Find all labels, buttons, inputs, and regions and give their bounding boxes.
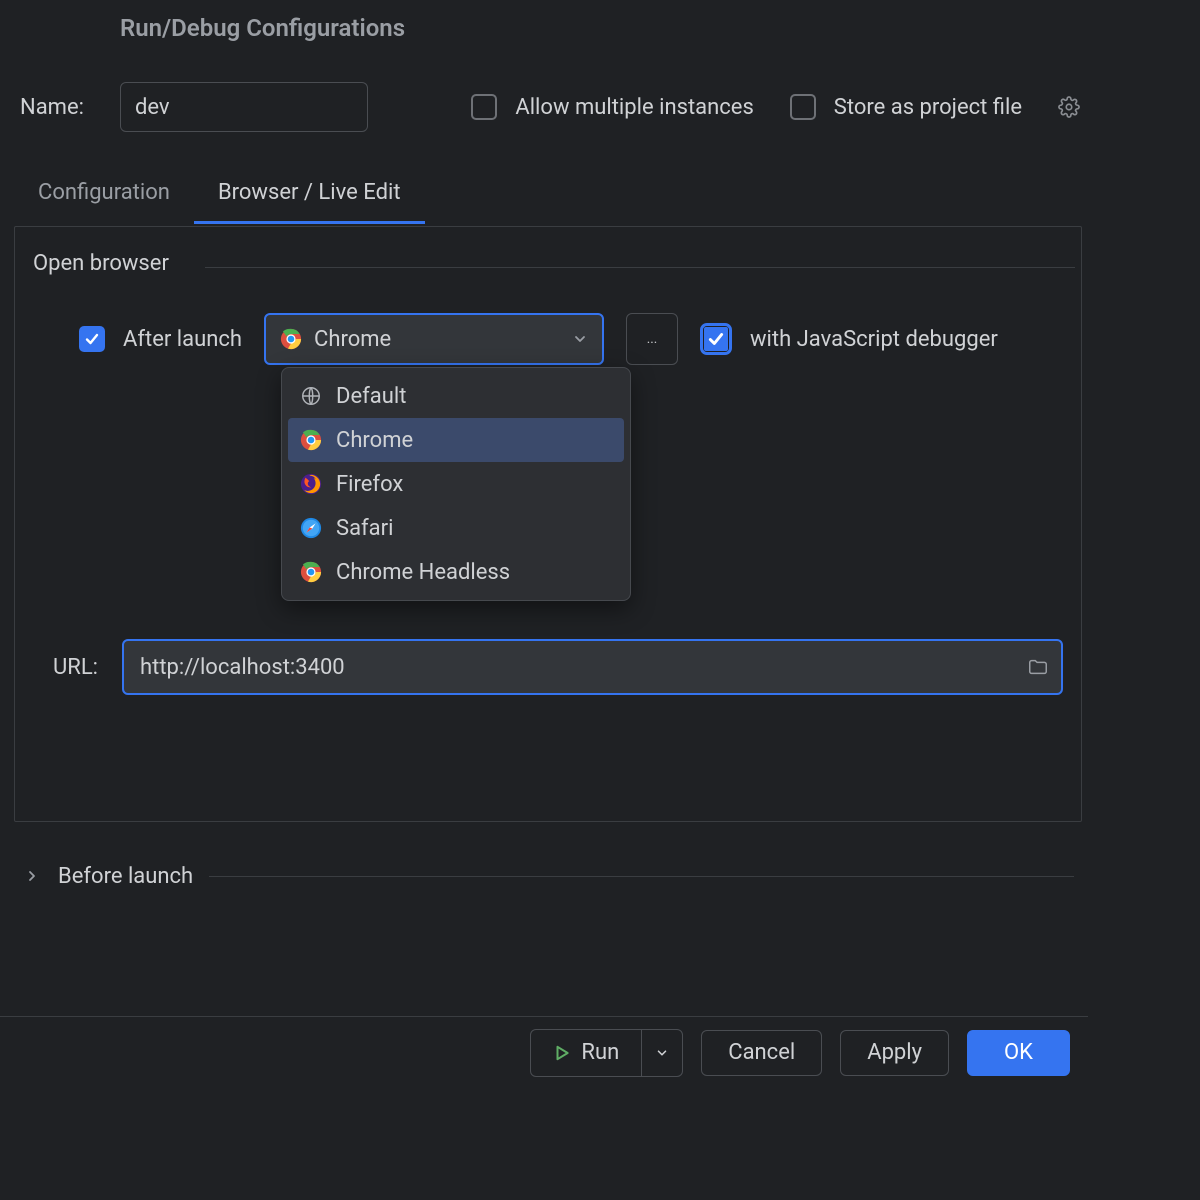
name-input[interactable]: [120, 82, 368, 132]
dropdown-item-chrome[interactable]: Chrome: [288, 418, 624, 462]
store-project-label: Store as project file: [834, 95, 1022, 120]
apply-button[interactable]: Apply: [840, 1030, 949, 1076]
dropdown-item-label: Chrome Headless: [336, 560, 510, 585]
cancel-button[interactable]: Cancel: [701, 1030, 822, 1076]
allow-multiple-label: Allow multiple instances: [515, 95, 753, 120]
tab-configuration[interactable]: Configuration: [14, 170, 194, 224]
divider: [209, 876, 1074, 877]
run-split-button: Run: [530, 1029, 683, 1077]
name-label: Name:: [20, 95, 84, 120]
chrome-icon: [280, 328, 302, 350]
after-launch-label: After launch: [123, 327, 242, 352]
dropdown-item-label: Chrome: [336, 428, 413, 453]
checkbox-icon: [700, 323, 732, 355]
run-label: Run: [581, 1040, 619, 1065]
dropdown-item-label: Safari: [336, 516, 393, 541]
tab-browser-live-edit[interactable]: Browser / Live Edit: [194, 170, 425, 224]
checkbox-icon: [790, 94, 816, 120]
url-input[interactable]: [122, 639, 1063, 695]
allow-multiple-checkbox[interactable]: Allow multiple instances: [471, 94, 753, 120]
chevron-down-icon: [572, 331, 588, 347]
before-launch-label: Before launch: [58, 864, 193, 889]
divider: [205, 267, 1075, 268]
chrome-icon: [300, 429, 322, 451]
dropdown-item-default[interactable]: Default: [288, 374, 624, 418]
dialog-footer: Run Cancel Apply OK: [0, 1016, 1088, 1088]
browser-select[interactable]: Chrome: [264, 313, 604, 365]
gear-icon[interactable]: [1058, 96, 1080, 118]
url-label: URL:: [53, 655, 98, 680]
browser-select-value: Chrome: [314, 327, 391, 352]
dropdown-item-chrome-headless[interactable]: Chrome Headless: [288, 550, 624, 594]
safari-icon: [300, 517, 322, 539]
run-dropdown-button[interactable]: [642, 1030, 682, 1076]
js-debugger-checkbox[interactable]: with JavaScript debugger: [700, 323, 998, 355]
open-browser-group-title: Open browser: [33, 251, 169, 276]
browser-dropdown: Default Chrome Firefox Safari Chrome Hea…: [281, 367, 631, 601]
before-launch-section[interactable]: Before launch: [24, 864, 1074, 889]
checkbox-icon: [471, 94, 497, 120]
dialog-title: Run/Debug Configurations: [120, 14, 405, 42]
store-project-checkbox[interactable]: Store as project file: [790, 94, 1022, 120]
ok-button[interactable]: OK: [967, 1030, 1070, 1076]
after-launch-checkbox[interactable]: After launch: [79, 326, 242, 352]
after-launch-row: After launch Chrome ... with JavaScript …: [79, 313, 998, 365]
dropdown-item-label: Default: [336, 384, 406, 409]
chevron-right-icon: [24, 868, 42, 886]
firefox-icon: [300, 473, 322, 495]
js-debugger-label: with JavaScript debugger: [750, 327, 998, 352]
url-row: URL:: [53, 639, 1063, 695]
chevron-down-icon: [655, 1046, 669, 1060]
folder-icon[interactable]: [1027, 656, 1049, 678]
dropdown-item-label: Firefox: [336, 472, 403, 497]
ellipsis-icon: ...: [647, 332, 658, 347]
tabs: Configuration Browser / Live Edit: [14, 170, 425, 225]
globe-icon: [300, 385, 322, 407]
dropdown-item-firefox[interactable]: Firefox: [288, 462, 624, 506]
dropdown-item-safari[interactable]: Safari: [288, 506, 624, 550]
run-button[interactable]: Run: [531, 1030, 641, 1076]
browse-button[interactable]: ...: [626, 313, 678, 365]
browser-panel: Open browser After launch Chrome ...: [14, 226, 1082, 822]
name-row: Name: Allow multiple instances Store as …: [20, 82, 1080, 132]
play-icon: [553, 1044, 571, 1062]
chrome-icon: [300, 561, 322, 583]
checkbox-icon: [79, 326, 105, 352]
